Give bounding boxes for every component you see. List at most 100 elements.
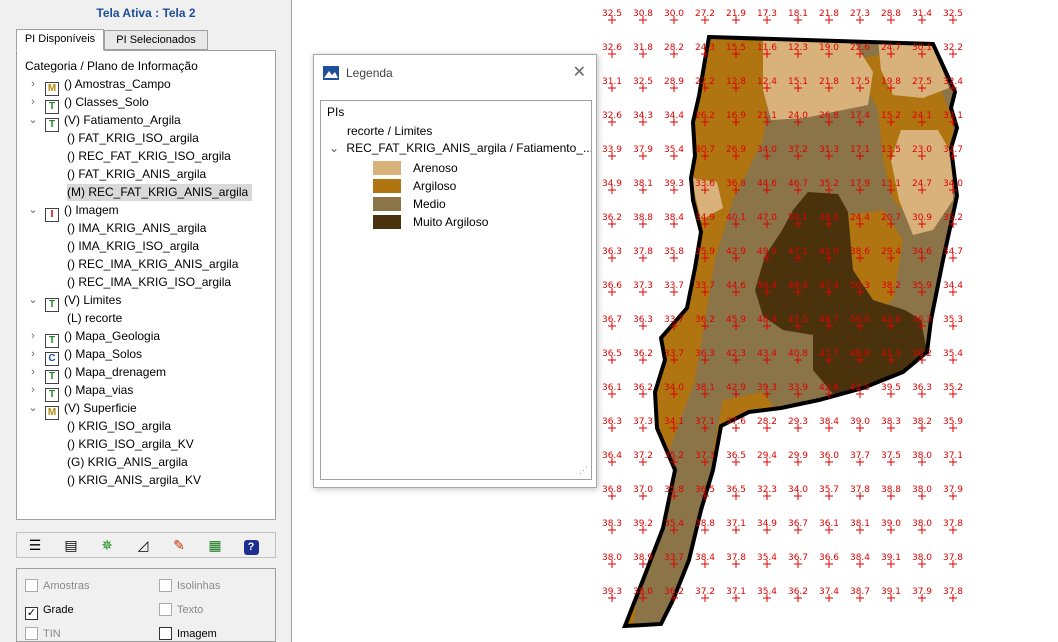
tree-header: Categoria / Plano de Informação bbox=[25, 59, 198, 73]
option-label: Amostras bbox=[43, 580, 90, 592]
legend-root: PIs bbox=[327, 105, 345, 119]
table-icon[interactable]: ▦ bbox=[205, 536, 225, 554]
tree-category[interactable]: › T() Mapa_vias bbox=[31, 382, 134, 402]
tree-item-label: () REC_IMA_KRIG_ISO_argila bbox=[67, 275, 232, 289]
tree-item-label: () KRIG_ISO_argila_KV bbox=[67, 437, 194, 451]
option-texto[interactable]: Texto bbox=[159, 603, 203, 617]
checkbox-icon bbox=[25, 627, 38, 640]
chevron-right-icon[interactable]: › bbox=[27, 382, 39, 399]
legend-titlebar[interactable]: Legenda ✕ bbox=[314, 55, 596, 91]
tree-item-label: () IMA_KRIG_ISO_argila bbox=[67, 239, 200, 253]
tree-item[interactable]: () KRIG_ISO_argila bbox=[67, 418, 171, 435]
tree-category[interactable]: ⌄ T (V) Limites bbox=[28, 292, 122, 312]
chevron-right-icon[interactable]: › bbox=[27, 346, 39, 363]
chevron-right-icon[interactable]: › bbox=[27, 364, 39, 381]
tree-item[interactable]: () KRIG_ANIS_argila_KV bbox=[67, 472, 201, 489]
checkbox-icon bbox=[25, 579, 38, 592]
tree-category[interactable]: ⌄ I () Imagem bbox=[28, 202, 119, 222]
tree-item-label: () IMA_KRIG_ANIS_argila bbox=[67, 221, 207, 235]
option-label: Grade bbox=[43, 604, 74, 616]
tree-item[interactable]: (M) REC_FAT_KRIG_ANIS_argila bbox=[67, 184, 253, 201]
resize-grip-icon[interactable]: ⋰ bbox=[579, 465, 588, 476]
tree-item-label: (L) recorte bbox=[67, 311, 123, 325]
tree-item-label: (G) KRIG_ANIS_argila bbox=[67, 455, 188, 469]
tree-item[interactable]: () IMA_KRIG_ISO_argila bbox=[67, 238, 199, 255]
swatch-arenoso bbox=[373, 161, 401, 175]
tab-pi-selected[interactable]: PI Selecionados bbox=[104, 30, 208, 50]
chevron-down-icon[interactable]: ⌄ bbox=[27, 202, 39, 219]
chevron-down-icon[interactable]: ⌄ bbox=[27, 292, 39, 309]
tree-item-label: () Mapa_vias bbox=[64, 383, 134, 397]
swatch-muito-argiloso bbox=[373, 215, 401, 229]
checkbox-icon bbox=[159, 603, 172, 616]
checkbox-icon bbox=[159, 627, 172, 640]
legend-tree: PIs recorte / Limites ⌄ REC_FAT_KRIG_ANI… bbox=[320, 100, 592, 480]
tree-item[interactable]: () REC_FAT_KRIG_ISO_argila bbox=[67, 148, 231, 165]
pencil-icon[interactable]: ✎ bbox=[169, 536, 189, 554]
chevron-right-icon[interactable]: › bbox=[27, 76, 39, 93]
tree-item-label: () Mapa_Solos bbox=[64, 347, 143, 361]
tree-category[interactable]: › T() Mapa_Geologia bbox=[31, 328, 161, 348]
tree-item-label: () Mapa_Geologia bbox=[64, 329, 161, 343]
legend-window[interactable]: Legenda ✕ PIs recorte / Limites ⌄ REC_FA… bbox=[313, 54, 597, 488]
tree-category[interactable]: ⌄ M (V) Superficie bbox=[28, 400, 137, 420]
left-panel: Tela Ativa : Tela 2 PI Disponíveis PI Se… bbox=[0, 0, 292, 642]
option-isolinhas[interactable]: Isolinhas bbox=[159, 579, 220, 593]
tree-item-label: () FAT_KRIG_ISO_argila bbox=[67, 131, 199, 145]
tree-item-label: (V) Limites bbox=[64, 293, 122, 307]
tree-item-label: (V) Superficie bbox=[64, 401, 137, 415]
tree-item-label: () Mapa_drenagem bbox=[64, 365, 167, 379]
tools-icon[interactable]: ✵ bbox=[97, 536, 117, 554]
option-label: Isolinhas bbox=[177, 580, 221, 592]
chevron-right-icon[interactable]: › bbox=[27, 328, 39, 345]
tab-pi-available[interactable]: PI Disponíveis bbox=[16, 29, 104, 51]
option-tin[interactable]: TIN bbox=[25, 627, 61, 641]
tree-item[interactable]: () FAT_KRIG_ISO_argila bbox=[67, 130, 199, 147]
category-t-icon: T bbox=[45, 118, 59, 132]
tree-item[interactable]: () FAT_KRIG_ANIS_argila bbox=[67, 166, 206, 183]
chevron-down-icon[interactable]: ⌄ bbox=[27, 112, 39, 129]
tree-item[interactable]: () KRIG_ISO_argila_KV bbox=[67, 436, 194, 453]
tree-item[interactable]: () IMA_KRIG_ANIS_argila bbox=[67, 220, 206, 237]
checkmark-icon: ✓ bbox=[25, 607, 38, 620]
tree-item[interactable]: (L) recorte bbox=[67, 310, 122, 327]
list-icon[interactable]: ☰ bbox=[25, 536, 45, 554]
legend-item-label: REC_FAT_KRIG_ANIS_argila / Fatiamento_..… bbox=[346, 141, 592, 155]
option-amostras[interactable]: Amostras bbox=[25, 579, 89, 593]
legend-item-fatiamento[interactable]: ⌄ REC_FAT_KRIG_ANIS_argila / Fatiamento_… bbox=[327, 140, 591, 156]
legend-title: Legenda bbox=[346, 66, 393, 80]
tree-item-label: () REC_IMA_KRIG_ANIS_argila bbox=[67, 257, 239, 271]
option-label: Texto bbox=[177, 604, 204, 616]
category-m-icon: M bbox=[45, 406, 59, 420]
option-imagem[interactable]: Imagem bbox=[159, 627, 217, 641]
class-medio: Medio bbox=[413, 197, 446, 211]
tree-category[interactable]: › T() Classes_Solo bbox=[31, 94, 149, 114]
chart-icon[interactable]: ◿ bbox=[133, 536, 153, 554]
class-muito-argiloso: Muito Argiloso bbox=[413, 215, 489, 229]
chevron-down-icon: ⌄ bbox=[329, 141, 340, 155]
tree-item-label: () Imagem bbox=[64, 203, 119, 217]
option-label: Imagem bbox=[177, 628, 217, 640]
tree-category[interactable]: ⌄ T (V) Fatiamento_Argila bbox=[28, 112, 181, 132]
help-icon[interactable]: ? bbox=[241, 536, 261, 555]
legend-item-recorte[interactable]: recorte / Limites bbox=[347, 123, 432, 139]
chevron-down-icon[interactable]: ⌄ bbox=[27, 400, 39, 417]
tree-item-label: (M) REC_FAT_KRIG_ANIS_argila bbox=[67, 185, 249, 199]
tree-category[interactable]: › T() Mapa_drenagem bbox=[31, 364, 167, 384]
checkbox-icon bbox=[159, 579, 172, 592]
tree-item-label: () FAT_KRIG_ANIS_argila bbox=[67, 167, 207, 181]
category-i-icon: I bbox=[45, 208, 59, 222]
tree-item[interactable]: (G) KRIG_ANIS_argila bbox=[67, 454, 188, 471]
tree-item[interactable]: () REC_IMA_KRIG_ANIS_argila bbox=[67, 256, 238, 273]
swatch-argiloso bbox=[373, 179, 401, 193]
tree-item[interactable]: () REC_IMA_KRIG_ISO_argila bbox=[67, 274, 231, 291]
class-argiloso: Argiloso bbox=[413, 179, 457, 193]
map-app-icon bbox=[323, 66, 339, 80]
tree-category[interactable]: › M() Amostras_Campo bbox=[31, 76, 171, 96]
properties-icon[interactable]: ▤ bbox=[61, 536, 81, 554]
chevron-right-icon[interactable]: › bbox=[27, 94, 39, 111]
tree-item-label: () REC_FAT_KRIG_ISO_argila bbox=[67, 149, 231, 163]
close-icon[interactable]: ✕ bbox=[573, 62, 586, 82]
tree-category[interactable]: › C() Mapa_Solos bbox=[31, 346, 143, 366]
option-grade[interactable]: ✓ Grade bbox=[25, 603, 74, 620]
